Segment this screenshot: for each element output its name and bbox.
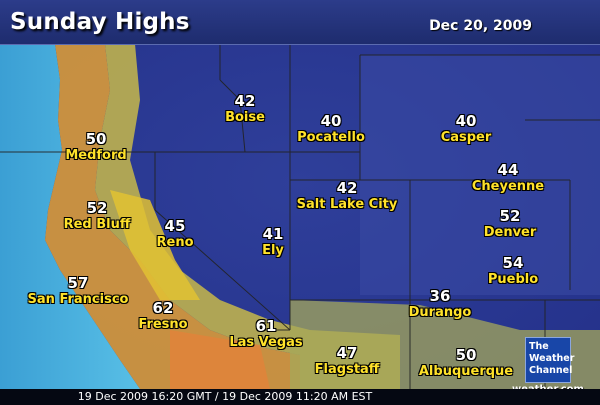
city-temp: 40 <box>455 112 477 130</box>
city-temp: 54 <box>502 254 524 272</box>
city-temp: 45 <box>164 217 186 235</box>
city-label: 62 Fresno <box>138 299 188 333</box>
city-name: Red Bluff <box>63 217 131 232</box>
logo-line: Weather <box>529 353 575 364</box>
city-temp: 44 <box>497 161 519 179</box>
city-name: Pocatello <box>297 130 365 145</box>
city-name: Salt Lake City <box>296 197 398 212</box>
city-temp: 36 <box>429 287 451 305</box>
city-name: Fresno <box>138 317 188 332</box>
city-temp: 52 <box>499 207 521 225</box>
city-temp: 42 <box>234 92 256 110</box>
city-name: Cheyenne <box>471 179 545 194</box>
city-label: 42 Salt Lake City <box>296 179 398 213</box>
city-label: 50 Medford <box>65 130 127 164</box>
city-name: Las Vegas <box>229 335 303 350</box>
logo-line: Channel <box>529 365 573 376</box>
city-label: 45 Reno <box>156 217 194 251</box>
city-label: 57 San Francisco <box>27 274 129 308</box>
logo-line: The <box>529 341 549 352</box>
city-name: Casper <box>440 130 492 145</box>
city-label: 44 Cheyenne <box>471 161 545 195</box>
city-label: 41 Ely <box>262 225 284 259</box>
city-label: 52 Denver <box>483 207 537 241</box>
city-name: Boise <box>225 110 265 125</box>
city-label: 42 Boise <box>225 92 265 126</box>
city-temp: 52 <box>86 199 108 217</box>
city-name: San Francisco <box>27 292 129 307</box>
city-label: 40 Casper <box>440 112 492 146</box>
city-temp: 50 <box>455 346 477 364</box>
city-name: Flagstaff <box>314 362 380 377</box>
city-temp: 41 <box>262 225 284 243</box>
city-label: 61 Las Vegas <box>229 317 303 351</box>
city-name: Durango <box>408 305 472 320</box>
weather-map: Sunday Highs Dec 20, 2009 42 Boise 40 Po… <box>0 0 600 405</box>
city-name: Pueblo <box>487 272 539 287</box>
city-name: Albuquerque <box>418 364 514 379</box>
city-label: 40 Pocatello <box>297 112 365 146</box>
city-label: 47 Flagstaff <box>314 344 380 378</box>
city-temp: 62 <box>152 299 174 317</box>
city-name: Denver <box>483 225 537 240</box>
city-temp: 40 <box>320 112 342 130</box>
map-title: Sunday Highs <box>10 9 190 35</box>
city-temp: 47 <box>336 344 358 362</box>
map-date: Dec 20, 2009 <box>429 18 532 34</box>
city-temp: 57 <box>67 274 89 292</box>
city-name: Ely <box>262 243 284 258</box>
timestamp-text: 19 Dec 2009 16:20 GMT / 19 Dec 2009 11:2… <box>77 390 373 403</box>
city-temp: 50 <box>85 130 107 148</box>
map-header: Sunday Highs Dec 20, 2009 <box>0 0 600 45</box>
city-label: 36 Durango <box>408 287 472 321</box>
weather-channel-logo: The Weather Channel <box>525 337 575 383</box>
city-name: Reno <box>156 235 194 250</box>
city-temp: 61 <box>255 317 277 335</box>
city-name: Medford <box>65 148 127 163</box>
timestamp-bar: 19 Dec 2009 16:20 GMT / 19 Dec 2009 11:2… <box>0 389 600 405</box>
city-label: 54 Pueblo <box>487 254 539 288</box>
city-temp: 42 <box>336 179 358 197</box>
city-label: 50 Albuquerque <box>418 346 514 380</box>
city-label: 52 Red Bluff <box>63 199 131 233</box>
